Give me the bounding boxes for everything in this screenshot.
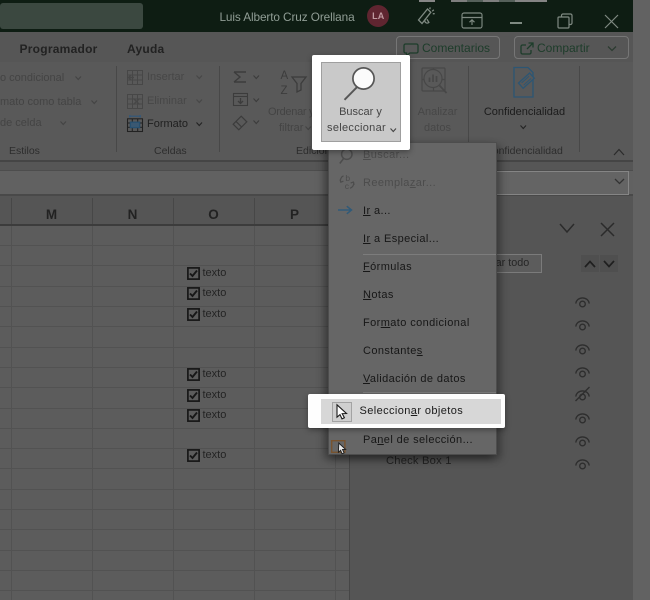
svg-text:c: c xyxy=(344,181,349,191)
